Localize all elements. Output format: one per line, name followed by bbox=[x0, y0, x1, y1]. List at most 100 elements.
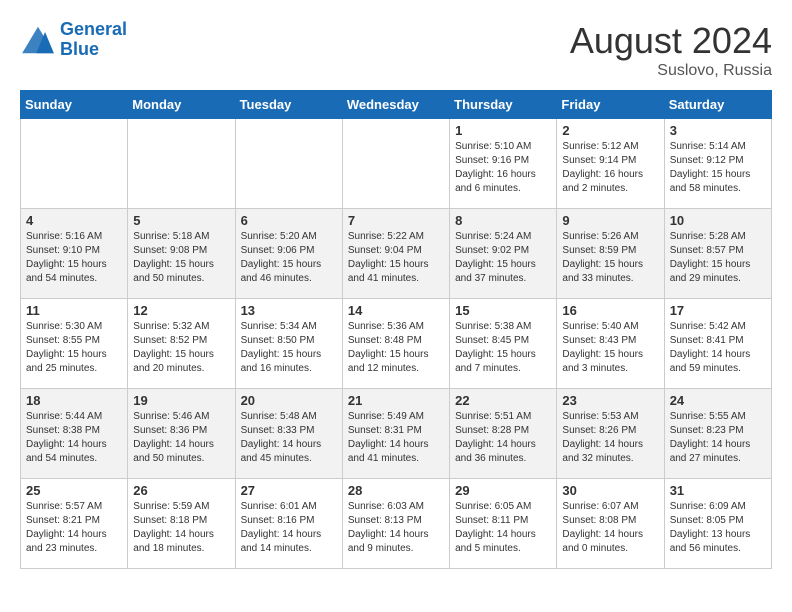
day-number: 28 bbox=[348, 483, 444, 498]
header-row: SundayMondayTuesdayWednesdayThursdayFrid… bbox=[21, 91, 772, 119]
day-number: 11 bbox=[26, 303, 122, 318]
header-thursday: Thursday bbox=[450, 91, 557, 119]
week-row-3: 11 Sunrise: 5:30 AM Sunset: 8:55 PM Dayli… bbox=[21, 299, 772, 389]
cell-content: Sunrise: 5:55 AM Sunset: 8:23 PM Dayligh… bbox=[670, 410, 766, 466]
cell-content: Sunrise: 5:24 AM Sunset: 9:02 PM Dayligh… bbox=[455, 230, 551, 286]
calendar-cell: 16 Sunrise: 5:40 AM Sunset: 8:43 PM Dayli… bbox=[557, 299, 664, 389]
day-number: 31 bbox=[670, 483, 766, 498]
day-number: 3 bbox=[670, 123, 766, 138]
cell-content: Sunrise: 5:51 AM Sunset: 8:28 PM Dayligh… bbox=[455, 410, 551, 466]
cell-content: Sunrise: 5:40 AM Sunset: 8:43 PM Dayligh… bbox=[562, 320, 658, 376]
day-number: 19 bbox=[133, 393, 229, 408]
calendar-cell: 17 Sunrise: 5:42 AM Sunset: 8:41 PM Dayli… bbox=[664, 299, 771, 389]
calendar-cell: 22Sunrise: 5:51 AM Sunset: 8:28 PM Dayli… bbox=[450, 389, 557, 479]
calendar-cell: 25 Sunrise: 5:57 AM Sunset: 8:21 PM Dayli… bbox=[21, 479, 128, 569]
cell-content: Sunrise: 5:32 AM Sunset: 8:52 PM Dayligh… bbox=[133, 320, 229, 376]
cell-content: Sunrise: 6:03 AM Sunset: 8:13 PM Dayligh… bbox=[348, 500, 444, 556]
logo-icon bbox=[20, 25, 56, 55]
header-friday: Friday bbox=[557, 91, 664, 119]
week-row-1: 1 Sunrise: 5:10 AM Sunset: 9:16 PM Daylig… bbox=[21, 119, 772, 209]
cell-content: Sunrise: 5:22 AM Sunset: 9:04 PM Dayligh… bbox=[348, 230, 444, 286]
day-number: 2 bbox=[562, 123, 658, 138]
calendar-cell: 29 Sunrise: 6:05 AM Sunset: 8:11 PM Dayli… bbox=[450, 479, 557, 569]
header-tuesday: Tuesday bbox=[235, 91, 342, 119]
calendar-cell: 30Sunrise: 6:07 AM Sunset: 8:08 PM Dayli… bbox=[557, 479, 664, 569]
header-sunday: Sunday bbox=[21, 91, 128, 119]
day-number: 9 bbox=[562, 213, 658, 228]
day-number: 26 bbox=[133, 483, 229, 498]
cell-content: Sunrise: 5:42 AM Sunset: 8:41 PM Dayligh… bbox=[670, 320, 766, 376]
day-number: 16 bbox=[562, 303, 658, 318]
day-number: 1 bbox=[455, 123, 551, 138]
cell-content: Sunrise: 5:14 AM Sunset: 9:12 PM Dayligh… bbox=[670, 140, 766, 196]
cell-content: Sunrise: 6:01 AM Sunset: 8:16 PM Dayligh… bbox=[241, 500, 337, 556]
cell-content: Sunrise: 5:30 AM Sunset: 8:55 PM Dayligh… bbox=[26, 320, 122, 376]
week-row-5: 25 Sunrise: 5:57 AM Sunset: 8:21 PM Dayli… bbox=[21, 479, 772, 569]
cell-content: Sunrise: 5:53 AM Sunset: 8:26 PM Dayligh… bbox=[562, 410, 658, 466]
cell-content: Sunrise: 6:05 AM Sunset: 8:11 PM Dayligh… bbox=[455, 500, 551, 556]
calendar-cell: 8 Sunrise: 5:24 AM Sunset: 9:02 PM Daylig… bbox=[450, 209, 557, 299]
day-number: 10 bbox=[670, 213, 766, 228]
week-row-4: 18Sunrise: 5:44 AM Sunset: 8:38 PM Dayli… bbox=[21, 389, 772, 479]
day-number: 13 bbox=[241, 303, 337, 318]
calendar-cell: 6Sunrise: 5:20 AM Sunset: 9:06 PM Daylig… bbox=[235, 209, 342, 299]
month-year: August 2024 bbox=[570, 20, 772, 62]
calendar-cell: 9 Sunrise: 5:26 AM Sunset: 8:59 PM Daylig… bbox=[557, 209, 664, 299]
cell-content: Sunrise: 5:26 AM Sunset: 8:59 PM Dayligh… bbox=[562, 230, 658, 286]
cell-content: Sunrise: 5:20 AM Sunset: 9:06 PM Dayligh… bbox=[241, 230, 337, 286]
day-number: 7 bbox=[348, 213, 444, 228]
cell-content: Sunrise: 6:09 AM Sunset: 8:05 PM Dayligh… bbox=[670, 500, 766, 556]
cell-content: Sunrise: 5:38 AM Sunset: 8:45 PM Dayligh… bbox=[455, 320, 551, 376]
calendar-cell: 13Sunrise: 5:34 AM Sunset: 8:50 PM Dayli… bbox=[235, 299, 342, 389]
location: Suslovo, Russia bbox=[570, 62, 772, 80]
day-number: 21 bbox=[348, 393, 444, 408]
day-number: 24 bbox=[670, 393, 766, 408]
calendar-cell: 19Sunrise: 5:46 AM Sunset: 8:36 PM Dayli… bbox=[128, 389, 235, 479]
cell-content: Sunrise: 5:12 AM Sunset: 9:14 PM Dayligh… bbox=[562, 140, 658, 196]
logo: General Blue bbox=[20, 20, 127, 60]
day-number: 27 bbox=[241, 483, 337, 498]
cell-content: Sunrise: 5:18 AM Sunset: 9:08 PM Dayligh… bbox=[133, 230, 229, 286]
calendar-cell: 3 Sunrise: 5:14 AM Sunset: 9:12 PM Daylig… bbox=[664, 119, 771, 209]
cell-content: Sunrise: 5:36 AM Sunset: 8:48 PM Dayligh… bbox=[348, 320, 444, 376]
calendar-cell: 14 Sunrise: 5:36 AM Sunset: 8:48 PM Dayli… bbox=[342, 299, 449, 389]
day-number: 8 bbox=[455, 213, 551, 228]
calendar-cell: 27 Sunrise: 6:01 AM Sunset: 8:16 PM Dayli… bbox=[235, 479, 342, 569]
calendar-cell: 28 Sunrise: 6:03 AM Sunset: 8:13 PM Dayli… bbox=[342, 479, 449, 569]
calendar-cell: 10 Sunrise: 5:28 AM Sunset: 8:57 PM Dayli… bbox=[664, 209, 771, 299]
cell-content: Sunrise: 5:16 AM Sunset: 9:10 PM Dayligh… bbox=[26, 230, 122, 286]
calendar-cell: 4 Sunrise: 5:16 AM Sunset: 9:10 PM Daylig… bbox=[21, 209, 128, 299]
day-number: 5 bbox=[133, 213, 229, 228]
cell-content: Sunrise: 5:59 AM Sunset: 8:18 PM Dayligh… bbox=[133, 500, 229, 556]
calendar-cell: 26 Sunrise: 5:59 AM Sunset: 8:18 PM Dayli… bbox=[128, 479, 235, 569]
calendar-table: SundayMondayTuesdayWednesdayThursdayFrid… bbox=[20, 90, 772, 569]
calendar-cell bbox=[21, 119, 128, 209]
calendar-cell bbox=[128, 119, 235, 209]
header-monday: Monday bbox=[128, 91, 235, 119]
day-number: 30 bbox=[562, 483, 658, 498]
calendar-cell: 15 Sunrise: 5:38 AM Sunset: 8:45 PM Dayli… bbox=[450, 299, 557, 389]
day-number: 15 bbox=[455, 303, 551, 318]
day-number: 23 bbox=[562, 393, 658, 408]
cell-content: Sunrise: 5:10 AM Sunset: 9:16 PM Dayligh… bbox=[455, 140, 551, 196]
calendar-cell: 24 Sunrise: 5:55 AM Sunset: 8:23 PM Dayli… bbox=[664, 389, 771, 479]
calendar-cell bbox=[235, 119, 342, 209]
calendar-cell bbox=[342, 119, 449, 209]
cell-content: Sunrise: 5:57 AM Sunset: 8:21 PM Dayligh… bbox=[26, 500, 122, 556]
calendar-cell: 31 Sunrise: 6:09 AM Sunset: 8:05 PM Dayli… bbox=[664, 479, 771, 569]
day-number: 25 bbox=[26, 483, 122, 498]
calendar-cell: 2 Sunrise: 5:12 AM Sunset: 9:14 PM Daylig… bbox=[557, 119, 664, 209]
calendar-cell: 11 Sunrise: 5:30 AM Sunset: 8:55 PM Dayli… bbox=[21, 299, 128, 389]
calendar-cell: 5 Sunrise: 5:18 AM Sunset: 9:08 PM Daylig… bbox=[128, 209, 235, 299]
day-number: 20 bbox=[241, 393, 337, 408]
day-number: 14 bbox=[348, 303, 444, 318]
cell-content: Sunrise: 5:48 AM Sunset: 8:33 PM Dayligh… bbox=[241, 410, 337, 466]
day-number: 29 bbox=[455, 483, 551, 498]
week-row-2: 4 Sunrise: 5:16 AM Sunset: 9:10 PM Daylig… bbox=[21, 209, 772, 299]
cell-content: Sunrise: 5:49 AM Sunset: 8:31 PM Dayligh… bbox=[348, 410, 444, 466]
cell-content: Sunrise: 5:28 AM Sunset: 8:57 PM Dayligh… bbox=[670, 230, 766, 286]
day-number: 4 bbox=[26, 213, 122, 228]
page-header: General Blue August 2024 Suslovo, Russia bbox=[20, 20, 772, 80]
header-saturday: Saturday bbox=[664, 91, 771, 119]
day-number: 17 bbox=[670, 303, 766, 318]
